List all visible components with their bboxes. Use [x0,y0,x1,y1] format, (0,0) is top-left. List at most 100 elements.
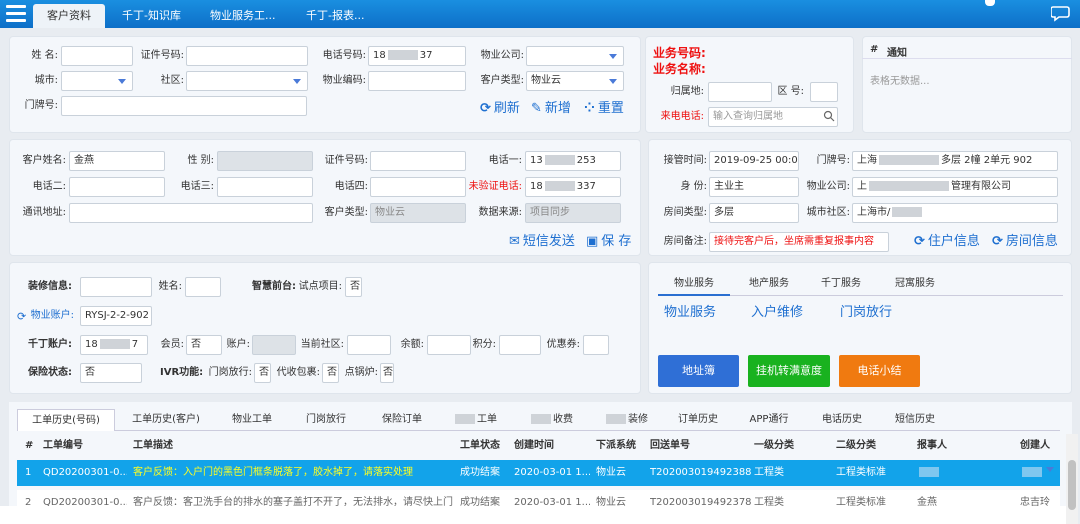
insurance-label: 保险状态: [28,367,72,378]
address-book-button[interactable]: 地址簿 [658,355,739,387]
service-tab-guanyu[interactable]: 冠寓服务 [882,274,948,294]
sync-icon[interactable]: ⟳ [17,310,26,323]
room-remark-input[interactable]: 接待完客户后，坐席需重复报事内容 [709,232,889,252]
phone4-input[interactable] [370,177,466,197]
history-tab-fees[interactable]: 收费 [524,409,578,431]
history-tab-work-order[interactable]: 工单 [448,409,502,431]
customer-type-select[interactable]: 物业云 [526,71,624,91]
current-community-input[interactable] [347,335,391,355]
resident-info-button[interactable]: ⟳ 住户信息 [914,233,980,251]
history-tab-gate-release[interactable]: 门岗放行 [296,409,356,431]
company-select[interactable] [526,46,624,66]
col-system: 下派系统 [596,440,636,451]
community-select[interactable] [186,71,308,91]
search-icon[interactable] [823,110,835,122]
pilot-input[interactable]: 否 [345,277,362,297]
sms-send-button[interactable]: ✉ 短信发送 [509,233,575,251]
coupon-input[interactable] [583,335,609,355]
qd-account-input[interactable]: 18 7 [80,335,148,355]
service-tab-qd[interactable]: 千丁服务 [808,274,874,294]
community-label: 社区: [160,75,184,86]
gender-label: 性 别: [187,155,214,166]
incoming-call-label: 来电电话: [660,111,704,122]
property-service-link[interactable]: 物业服务 [664,304,716,322]
phone3-input[interactable] [217,177,313,197]
property-account-label[interactable]: 物业账户: [28,306,74,326]
table-row[interactable]: 1 QD20200301-0... 客户反馈：入户门的黑色门框条脱落了，胶水掉了… [17,460,1060,486]
history-tab-calls[interactable]: 电话历史 [814,409,870,431]
takeover-input[interactable]: 2019-09-25 00:00 [709,151,799,171]
current-community-label: 当前社区: [300,339,344,350]
house-company-input[interactable]: 上管理有限公司 [852,177,1058,197]
history-tab-sms[interactable]: 短信历史 [886,409,944,431]
refresh-button[interactable]: ⟳ 刷新 [480,100,520,118]
history-tab-by-phone[interactable]: 工单历史(号码) [17,409,115,431]
house-door-input[interactable]: 上海 多层 2幢 2单元 902 [852,151,1058,171]
menu-icon[interactable] [6,5,26,23]
call-summary-button[interactable]: 电话小结 [839,355,920,387]
row-creator [1020,460,1044,486]
history-tab-orders[interactable]: 订单历史 [670,409,726,431]
door-input[interactable] [61,96,307,116]
service-tab-real-estate[interactable]: 地产服务 [736,274,802,294]
incoming-call-input[interactable]: 输入查询归属地 [708,107,838,127]
add-button[interactable]: ✎ 新增 [531,100,571,118]
hangup-satisfaction-button[interactable]: 挂机转满意度 [748,355,830,387]
tab-report[interactable]: 千丁-报表... [296,4,374,28]
city-community-input[interactable]: 上海市/ [852,203,1058,223]
row-cat2: 工程类标准 [836,467,886,478]
customer-id-input[interactable] [370,151,466,171]
gate-release-input[interactable]: 否 [254,363,271,383]
save-icon: ▣ [586,234,599,249]
unverified-phone-input[interactable]: 18 337 [525,177,621,197]
insurance-input[interactable]: 否 [80,363,142,383]
save-button[interactable]: ▣ 保 存 [586,233,631,251]
reset-button[interactable]: ⁘ 重置 [584,100,624,118]
history-tab-property-order[interactable]: 物业工单 [222,409,282,431]
id-input[interactable] [186,46,308,66]
phone1-input[interactable]: 13 253 [525,151,621,171]
member-input[interactable]: 否 [186,335,222,355]
points-input[interactable] [499,335,541,355]
history-tab-decoration[interactable]: 装修 [596,409,656,431]
parcel-input[interactable]: 否 [322,363,339,383]
phone-input[interactable]: 18 37 [368,46,466,66]
gate-release-link[interactable]: 门岗放行 [840,304,892,322]
balance-input[interactable] [427,335,471,355]
service-tab-property[interactable]: 物业服务 [658,274,730,296]
boiler-input[interactable]: 否 [380,363,394,383]
history-tab-app[interactable]: APP通行 [742,409,796,431]
data-source-label: 数据来源: [478,207,522,218]
property-account-input[interactable]: RYSJ-2-2-902 [80,306,152,326]
history-tab-by-customer[interactable]: 工单历史(客户) [122,409,210,431]
customer-name-input[interactable]: 金燕 [69,151,165,171]
decoration-input[interactable] [80,277,152,297]
region-input[interactable] [708,82,772,102]
area-code-input[interactable] [810,82,838,102]
chat-icon[interactable] [1050,4,1072,24]
col-cat2: 二级分类 [836,440,876,451]
home-repair-link[interactable]: 入户维修 [751,304,803,322]
city-select[interactable] [61,71,133,91]
boiler-label: 点锅炉: [344,367,378,378]
row-system: 物业云 [596,467,626,478]
table-scrollbar[interactable] [1066,434,1078,524]
identity-input[interactable]: 主业主 [709,177,799,197]
gender-input[interactable] [217,151,313,171]
room-info-button[interactable]: ⟳ 房间信息 [992,233,1058,251]
property-code-input[interactable] [368,71,466,91]
name-input[interactable] [61,46,133,66]
extra-name-input[interactable] [185,277,221,297]
tab-property-service[interactable]: 物业服务工... [200,4,286,28]
phone2-input[interactable] [69,177,165,197]
notice-title-header: 通知 [887,48,907,59]
address-input[interactable] [69,203,313,223]
scrollbar-thumb[interactable] [1068,460,1076,510]
room-type-input[interactable]: 多层 [709,203,799,223]
tab-knowledge-base[interactable]: 千丁-知识库 [112,4,191,28]
biz-name-label: 业务名称: [653,62,706,76]
tab-customer-info[interactable]: 客户资料 [33,4,105,28]
row-desc: 客户反馈：入户门的黑色门框条脱落了，胶水掉了，请落实处理 [133,467,413,478]
row-reporter [917,460,941,486]
history-tab-insurance[interactable]: 保险订单 [372,409,432,431]
